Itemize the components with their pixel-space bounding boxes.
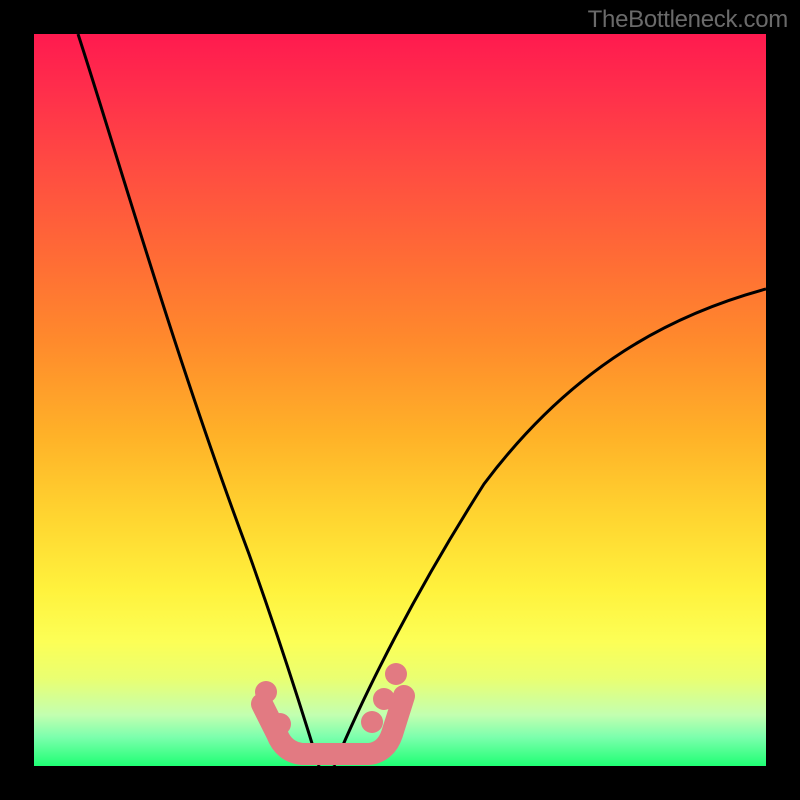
- dot: [255, 681, 277, 703]
- dot: [361, 711, 383, 733]
- dot: [269, 713, 291, 735]
- dot: [373, 688, 395, 710]
- dot: [385, 663, 407, 685]
- left-curve: [78, 34, 319, 766]
- curve-layer: [34, 34, 766, 766]
- watermark-text: TheBottleneck.com: [588, 6, 788, 34]
- chart-frame: TheBottleneck.com: [0, 0, 800, 800]
- plot-area: [34, 34, 766, 766]
